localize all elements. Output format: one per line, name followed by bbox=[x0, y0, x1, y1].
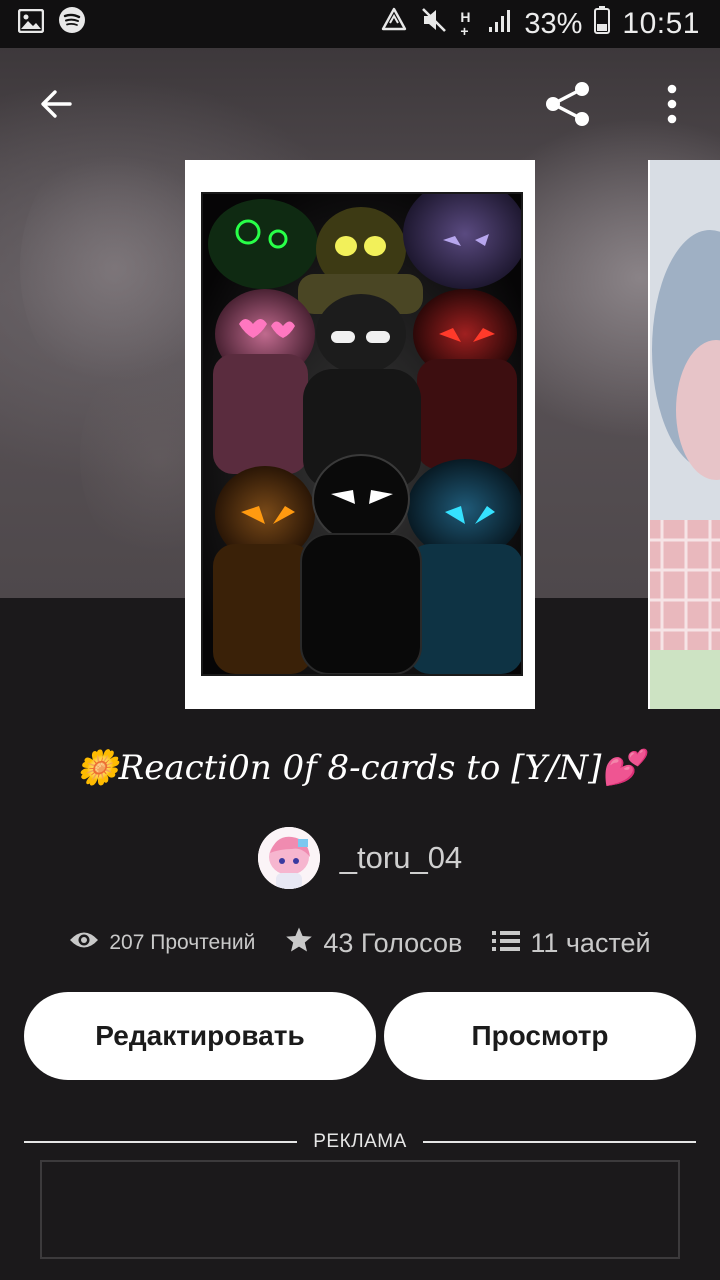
reads-count: 207 Прочтений bbox=[109, 931, 256, 954]
votes-stat: 43 Голосов bbox=[285, 926, 462, 961]
view-button[interactable]: Просмотр bbox=[384, 992, 696, 1080]
ad-divider: РЕКЛАМА bbox=[24, 1128, 696, 1156]
edit-button[interactable]: Редактировать bbox=[24, 992, 376, 1080]
gallery-notification-icon bbox=[17, 8, 45, 41]
mute-icon bbox=[420, 6, 448, 42]
status-bar: H+ 33% 10:51 bbox=[0, 0, 720, 48]
divider-line bbox=[422, 1141, 696, 1143]
eye-icon bbox=[69, 929, 99, 957]
votes-count: 43 Голосов bbox=[323, 927, 463, 958]
next-story-cover[interactable] bbox=[648, 160, 720, 709]
star-icon bbox=[285, 926, 313, 961]
author-link[interactable]: _toru_04 bbox=[0, 826, 720, 890]
divider-line bbox=[24, 1141, 298, 1143]
spotify-notification-icon bbox=[58, 6, 86, 42]
clock: 10:51 bbox=[622, 7, 700, 40]
more-vertical-icon bbox=[666, 84, 678, 129]
share-button[interactable] bbox=[538, 78, 598, 134]
status-right: H+ 33% 10:51 bbox=[380, 6, 700, 42]
ad-slot[interactable] bbox=[40, 1160, 680, 1259]
share-icon bbox=[543, 80, 593, 133]
arrow-left-icon bbox=[38, 86, 74, 127]
more-options-button[interactable] bbox=[646, 78, 698, 134]
signal-icon bbox=[488, 8, 512, 41]
battery-icon bbox=[594, 6, 611, 42]
parts-count: 11 частей bbox=[530, 927, 651, 958]
parts-stat: 11 частей bbox=[492, 927, 651, 959]
reads-stat: 207 Прочтений bbox=[69, 929, 255, 957]
story-cover[interactable] bbox=[185, 160, 535, 709]
story-title: 🌼Reacti0n 0f 8-cards to [Y/N]💕 bbox=[76, 748, 644, 788]
story-stats: 207 Прочтений 43 Голосов 11 частей bbox=[0, 920, 720, 966]
status-left bbox=[17, 6, 86, 42]
recycle-icon bbox=[380, 7, 408, 41]
network-type-label: H+ bbox=[460, 9, 471, 39]
ad-label: РЕКЛАМА bbox=[313, 1131, 407, 1152]
list-icon bbox=[492, 928, 521, 959]
cover-illustration bbox=[201, 192, 523, 676]
back-button[interactable] bbox=[28, 78, 84, 134]
author-name: _toru_04 bbox=[339, 840, 463, 875]
author-avatar bbox=[257, 827, 320, 889]
battery-percent: 33% bbox=[524, 7, 583, 40]
